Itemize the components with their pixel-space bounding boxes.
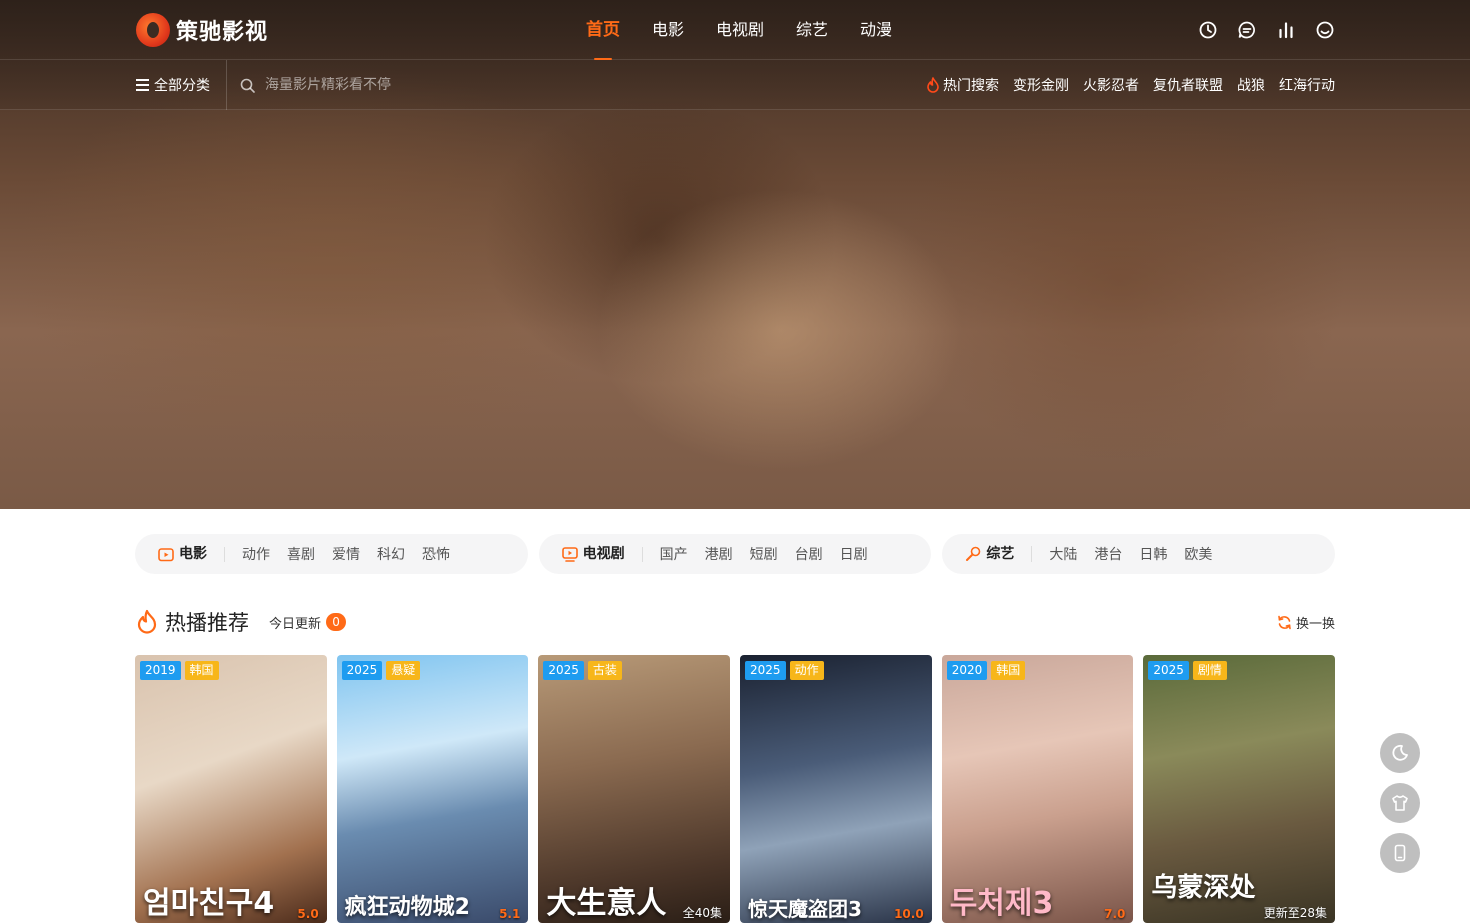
- refresh-icon: [1278, 615, 1291, 629]
- movie-icon: [158, 547, 174, 561]
- video-card[interactable]: 2019 韩国 엄마친구4 5.0: [135, 655, 327, 923]
- user-icon[interactable]: [1315, 20, 1335, 40]
- year-tag: 2020: [946, 661, 988, 680]
- history-icon[interactable]: [1198, 20, 1218, 40]
- genre-tag: 动作: [789, 661, 824, 680]
- category-link[interactable]: 日韩: [1139, 544, 1167, 564]
- top-navbar: 策驰影视 首页 电影 电视剧 综艺 动漫: [0, 0, 1470, 60]
- category-link[interactable]: 港剧: [705, 544, 733, 564]
- tv-icon: [561, 546, 578, 562]
- recommend-list: 2019 韩国 엄마친구4 5.0 2025 悬疑 疯狂动物城2 5.1 202…: [135, 655, 1336, 923]
- category-link[interactable]: 台剧: [795, 544, 823, 564]
- hot-term-link[interactable]: 红海行动: [1279, 75, 1335, 95]
- menu-icon: [136, 79, 149, 91]
- section-title: 热播推荐: [165, 611, 249, 635]
- video-card[interactable]: 2025 悬疑 疯狂动物城2 5.1: [336, 655, 529, 923]
- message-icon[interactable]: [1237, 20, 1257, 40]
- video-card[interactable]: 2025 古装 大生意人 全40集: [538, 655, 731, 923]
- category-link[interactable]: 恐怖: [422, 544, 450, 564]
- search-icon[interactable]: [240, 78, 255, 93]
- poster-title: 乌蒙深处: [1151, 873, 1256, 903]
- year-tag: 2025: [341, 661, 383, 680]
- nav-item-variety[interactable]: 综艺: [796, 0, 828, 60]
- category-bar: 电影 动作 喜剧 爱情 科幻 恐怖 电视剧 国产 港剧 短剧 台剧 日剧 综艺 …: [135, 534, 1336, 574]
- theme-button[interactable]: [1380, 783, 1420, 823]
- score-label: 5.0: [297, 907, 319, 921]
- site-logo[interactable]: 策驰影视: [136, 12, 268, 48]
- hot-search: 热门搜索 变形金刚 火影忍者 复仇者联盟 战狼 红海行动: [926, 60, 1335, 110]
- float-toolbar: [1380, 733, 1420, 873]
- poster-title: 엄마친구4: [143, 886, 275, 921]
- ranking-icon[interactable]: [1276, 20, 1296, 40]
- fire-icon: [137, 609, 157, 634]
- hot-recommend-header: 热播推荐 今日更新 0 换一换: [135, 606, 1335, 638]
- episode-label: 更新至28集: [1263, 906, 1328, 920]
- poster-title: 두처제3: [949, 886, 1054, 921]
- mic-icon: [966, 546, 981, 561]
- fire-icon: [927, 77, 939, 93]
- hot-term-link[interactable]: 战狼: [1237, 75, 1265, 95]
- logo-icon: [136, 13, 170, 47]
- category-pill-movie: 电影 动作 喜剧 爱情 科幻 恐怖: [135, 534, 528, 574]
- moon-icon: [1392, 744, 1408, 761]
- category-link[interactable]: 科幻: [377, 544, 405, 564]
- hot-term-link[interactable]: 变形金刚: [1013, 75, 1069, 95]
- nav-item-anime[interactable]: 动漫: [860, 0, 892, 60]
- category-link[interactable]: 喜剧: [287, 544, 315, 564]
- shirt-icon: [1392, 795, 1408, 811]
- year-tag: 2025: [1148, 661, 1189, 680]
- score-label: 7.0: [1104, 907, 1126, 921]
- genre-tag: 古装: [587, 661, 622, 680]
- all-categories-label: 全部分类: [154, 78, 210, 94]
- category-link[interactable]: 欧美: [1184, 544, 1212, 564]
- category-link[interactable]: 动作: [242, 544, 270, 564]
- category-head-variety[interactable]: 综艺: [965, 546, 1033, 562]
- score-label: 5.1: [499, 907, 521, 921]
- poster-title: 疯狂动物城2: [344, 895, 470, 920]
- category-pill-variety: 综艺 大陆 港台 日韩 欧美: [942, 534, 1336, 574]
- genre-tag: 悬疑: [386, 661, 421, 680]
- score-label: 10.0: [894, 907, 924, 921]
- video-card[interactable]: 2020 韩国 두처제3 7.0: [941, 655, 1134, 923]
- category-link[interactable]: 短剧: [750, 544, 778, 564]
- hot-term-link[interactable]: 火影忍者: [1083, 75, 1139, 95]
- category-link[interactable]: 日剧: [840, 544, 868, 564]
- hot-term-link[interactable]: 复仇者联盟: [1153, 75, 1223, 95]
- year-tag: 2025: [543, 661, 584, 680]
- brand-name: 策驰影视: [176, 20, 269, 45]
- search-input[interactable]: [265, 77, 565, 93]
- genre-tag: 韩国: [184, 661, 219, 680]
- dark-mode-button[interactable]: [1380, 733, 1420, 773]
- all-categories-button[interactable]: 全部分类: [136, 60, 227, 110]
- mobile-button[interactable]: [1380, 833, 1420, 873]
- today-count-badge: 0: [326, 613, 347, 631]
- sub-bar: 全部分类 热门搜索 变形金刚 火影忍者 复仇者联盟 战狼 红海行动: [0, 60, 1470, 110]
- category-link[interactable]: 港台: [1094, 544, 1122, 564]
- category-head-tv[interactable]: 电视剧: [561, 546, 643, 562]
- phone-icon: [1394, 844, 1406, 862]
- category-head-movie[interactable]: 电影: [158, 546, 225, 562]
- main-nav: 首页 电影 电视剧 综艺 动漫: [586, 0, 892, 60]
- year-tag: 2025: [745, 661, 786, 680]
- category-link[interactable]: 爱情: [332, 544, 360, 564]
- nav-item-tv[interactable]: 电视剧: [716, 0, 764, 60]
- today-update[interactable]: 今日更新 0: [269, 613, 347, 632]
- video-card[interactable]: 2025 剧情 乌蒙深处 更新至28集: [1143, 655, 1336, 923]
- top-icon-group: [1198, 20, 1335, 40]
- hot-search-title: 热门搜索: [926, 75, 999, 95]
- nav-item-home[interactable]: 首页: [586, 0, 620, 60]
- year-tag: 2019: [140, 661, 181, 680]
- category-pill-tv: 电视剧 国产 港剧 短剧 台剧 日剧: [538, 534, 932, 574]
- refresh-button[interactable]: 换一换: [1277, 613, 1335, 632]
- category-link[interactable]: 国产: [660, 544, 688, 564]
- genre-tag: 剧情: [1192, 661, 1227, 680]
- episode-label: 全40集: [682, 906, 723, 920]
- video-card[interactable]: 2025 动作 惊天魔盗团3 10.0: [740, 655, 932, 923]
- nav-item-movie[interactable]: 电影: [652, 0, 684, 60]
- search-box: [240, 73, 565, 97]
- category-link[interactable]: 大陆: [1049, 544, 1077, 564]
- genre-tag: 韩国: [991, 661, 1026, 680]
